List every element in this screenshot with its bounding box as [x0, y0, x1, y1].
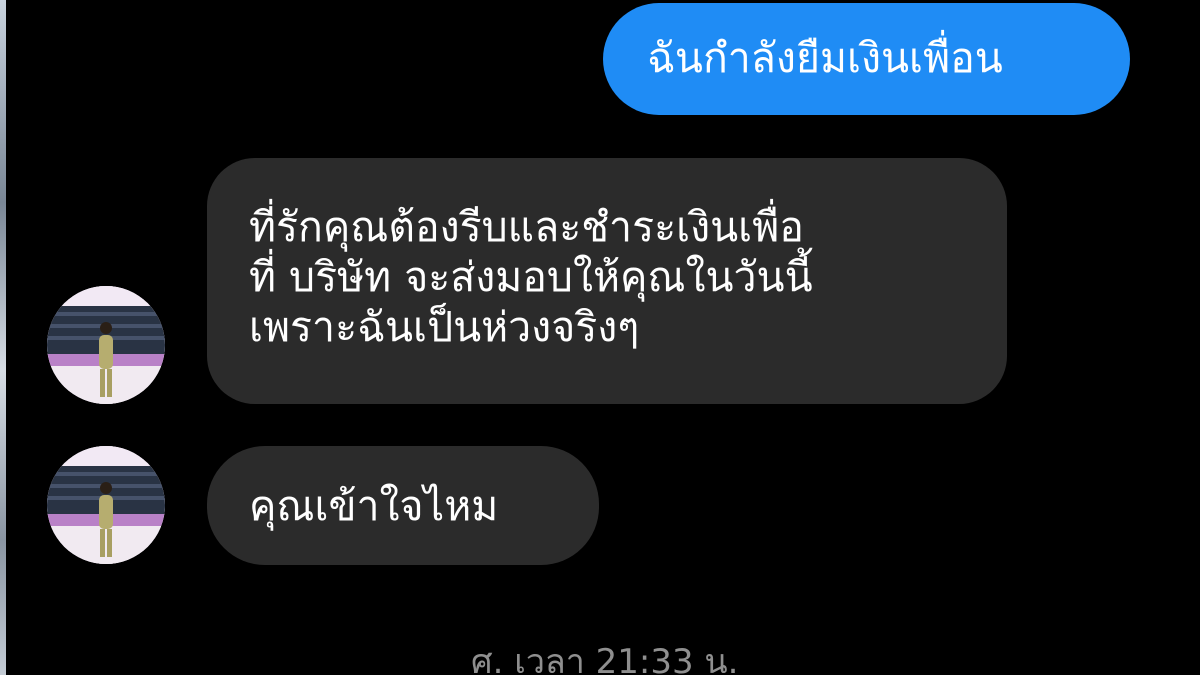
chat-screen: ฉันกำลังยืมเงินเพื่อน ที่รักคุณต้องรีบแล…	[0, 0, 1200, 675]
incoming-message-text: คุณเข้าใจไหม	[249, 482, 499, 530]
contact-avatar-photo-icon[interactable]	[47, 446, 165, 564]
incoming-message-bubble[interactable]: ที่รักคุณต้องรีบและชำระเงินเพื่อ ที่ บริ…	[207, 158, 1007, 404]
incoming-message-bubble[interactable]: คุณเข้าใจไหม	[207, 446, 599, 565]
outgoing-message-text: ฉันกำลังยืมเงินเพื่อน	[647, 34, 1003, 82]
contact-avatar-photo-icon[interactable]	[47, 286, 165, 404]
incoming-message-line-1: ที่รักคุณต้องรีบและชำระเงินเพื่อ	[249, 203, 804, 251]
window-edge	[0, 0, 6, 675]
incoming-message-line-2: ที่ บริษัท จะส่งมอบให้คุณในวันนี้	[249, 253, 813, 301]
incoming-message-line-3: เพราะฉันเป็นห่วงจริงๆ	[249, 303, 640, 351]
outgoing-message-bubble[interactable]: ฉันกำลังยืมเงินเพื่อน	[603, 3, 1130, 115]
message-timestamp: ศ. เวลา 21:33 น.	[471, 642, 739, 675]
